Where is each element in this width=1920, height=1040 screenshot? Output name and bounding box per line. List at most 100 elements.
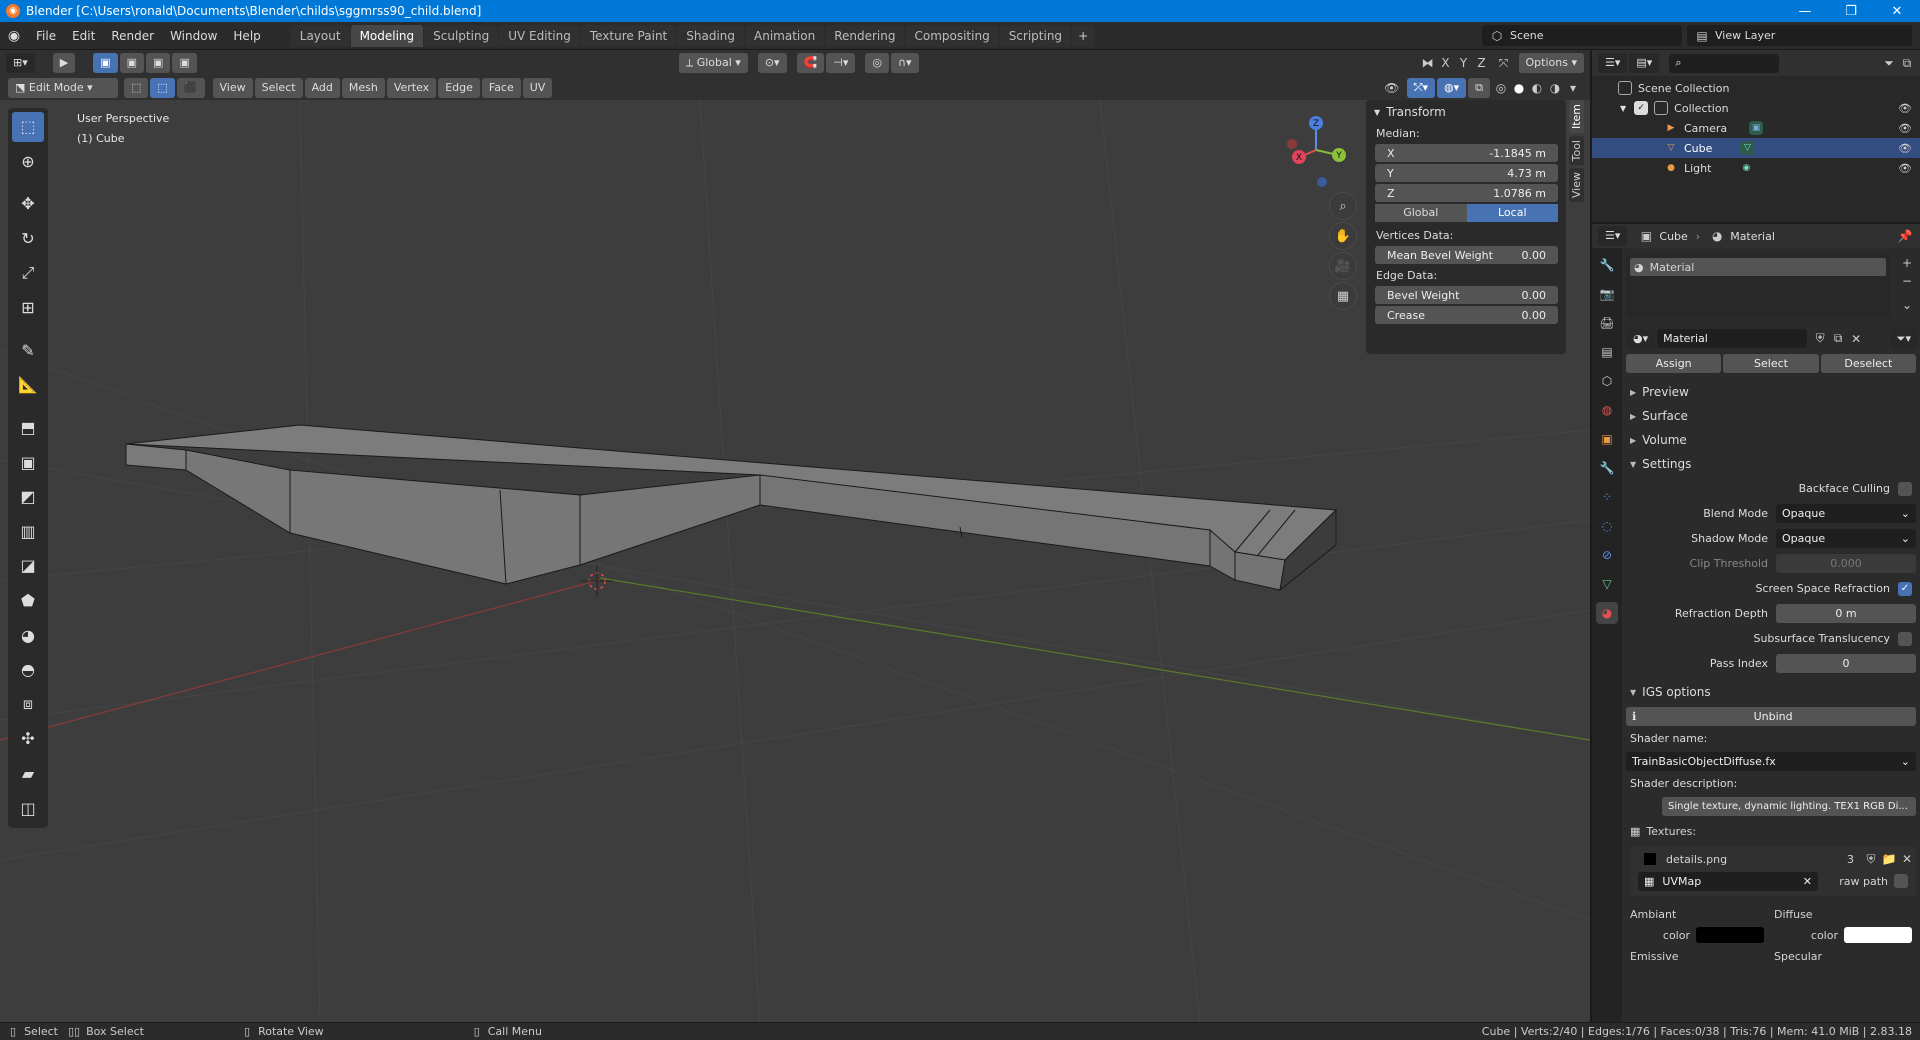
edge-select-mode[interactable]: ⬚ <box>150 78 175 98</box>
overlay-toggle[interactable]: ◍▾ <box>1437 78 1467 98</box>
particles-tab-icon[interactable]: ⁘ <box>1596 486 1618 508</box>
output-tab-icon[interactable]: 🖨 <box>1596 312 1618 334</box>
material-name-field[interactable]: Material <box>1657 329 1808 348</box>
igs-options-section[interactable]: ▼ IGS options <box>1626 680 1920 704</box>
navigation-gizmo[interactable]: Z Y X <box>1280 110 1360 190</box>
menu-face[interactable]: Face <box>481 78 521 98</box>
material-tab-icon[interactable]: ◕ <box>1596 602 1618 624</box>
transform-header[interactable]: ▼ Transform <box>1366 100 1566 124</box>
shear-tool-icon[interactable]: ▰ <box>12 759 44 789</box>
raw-path-checkbox[interactable] <box>1894 874 1908 888</box>
solid-shading-icon[interactable]: ● <box>1510 79 1528 97</box>
rotate-tool-icon[interactable]: ↻ <box>12 224 44 254</box>
tool-settings-select-button[interactable]: ▶ <box>52 53 76 73</box>
mode-dropdown[interactable]: ⬔ Edit Mode ▾ <box>8 78 118 98</box>
scene-collection-row[interactable]: Scene Collection <box>1592 78 1920 98</box>
smooth-tool-icon[interactable]: ◓ <box>12 655 44 685</box>
fake-user-icon[interactable]: ⛨ <box>1862 850 1880 868</box>
slot-specials-icon[interactable]: ⌄ <box>1898 296 1916 314</box>
menu-add[interactable]: Add <box>304 78 340 98</box>
tab-texture-paint[interactable]: Texture Paint <box>580 24 677 47</box>
shader-description-field[interactable]: Single texture, dynamic lighting. TEX1 R… <box>1662 797 1916 816</box>
view-object-types-icon[interactable]: 👁 <box>1383 79 1401 97</box>
shrink-fatten-tool-icon[interactable]: ✣ <box>12 724 44 754</box>
outliner-item-cube[interactable]: ▽ Cube ▽ 👁 <box>1592 138 1920 158</box>
menu-window[interactable]: Window <box>162 25 225 47</box>
world-tab-icon[interactable]: ◍ <box>1596 399 1618 421</box>
menu-view[interactable]: View <box>212 78 253 98</box>
view-layer-tab-icon[interactable]: ▤ <box>1596 341 1618 363</box>
local-button[interactable]: Local <box>1466 204 1558 222</box>
refraction-depth-field[interactable]: 0 m <box>1776 604 1916 623</box>
mirror-z-toggle[interactable]: Z <box>1473 54 1491 72</box>
collection-row[interactable]: ▼ ✓ Collection 👁 <box>1592 98 1920 118</box>
browse-material-button[interactable]: ◕▾ <box>1626 328 1656 349</box>
select-box-tool-icon[interactable]: ⬚ <box>12 112 44 142</box>
volume-section[interactable]: ▶ Volume <box>1626 428 1920 452</box>
editor-type-button[interactable]: ⊞▾ <box>6 53 35 73</box>
median-x-field[interactable]: X -1.1845 m <box>1375 144 1558 162</box>
auto-merge-icon[interactable]: ⤧ <box>1495 54 1513 72</box>
pivot-dropdown[interactable]: ⊙▾ <box>757 53 787 73</box>
ambiant-color-swatch[interactable] <box>1696 927 1764 943</box>
tab-rendering[interactable]: Rendering <box>825 24 905 47</box>
shading-options-icon[interactable]: ▾ <box>1564 79 1582 97</box>
collection-visibility-icon[interactable]: 👁 <box>1898 102 1912 115</box>
physics-tab-icon[interactable]: ◌ <box>1596 515 1618 537</box>
pin-icon[interactable]: 📌 <box>1896 227 1914 245</box>
filter-icon[interactable]: ⏷ <box>1880 54 1898 72</box>
extrude-tool-icon[interactable]: ⬒ <box>12 413 44 443</box>
deselect-button[interactable]: Deselect <box>1820 354 1916 373</box>
crease-field[interactable]: Crease 0.00 <box>1375 306 1558 324</box>
cube-visibility-icon[interactable]: 👁 <box>1898 142 1912 155</box>
knife-tool-icon[interactable]: ◪ <box>12 551 44 581</box>
assign-button[interactable]: Assign <box>1626 354 1722 373</box>
select-mode-intersect-button[interactable]: ▣ <box>172 53 197 73</box>
diffuse-color-swatch[interactable] <box>1844 927 1912 943</box>
surface-section[interactable]: ▶ Surface <box>1626 404 1920 428</box>
camera-view-icon[interactable]: 🎥 <box>1329 252 1357 280</box>
pan-hand-icon[interactable]: ✋ <box>1329 222 1357 250</box>
median-z-field[interactable]: Z 1.0786 m <box>1375 184 1558 202</box>
measure-tool-icon[interactable]: 📐 <box>12 370 44 400</box>
tab-animation[interactable]: Animation <box>745 24 825 47</box>
tab-item[interactable]: Item <box>1568 100 1584 134</box>
unbind-button[interactable]: ℹ Unbind <box>1626 707 1916 726</box>
menu-render[interactable]: Render <box>103 25 162 47</box>
unlink-texture-icon[interactable]: ✕ <box>1898 850 1916 868</box>
select-mode-extend-button[interactable]: ▣ <box>119 53 145 73</box>
blender-menu-icon[interactable]: ◉ <box>0 22 28 50</box>
select-mode-set-button[interactable]: ▣ <box>93 53 118 73</box>
proportional-falloff-dropdown[interactable]: ∩▾ <box>890 53 919 73</box>
gizmo-toggle[interactable]: ⤱▾ <box>1406 78 1436 98</box>
close-button[interactable]: ✕ <box>1874 0 1920 22</box>
select-mode-subtract-button[interactable]: ▣ <box>146 53 171 73</box>
loop-cut-tool-icon[interactable]: ▥ <box>12 517 44 547</box>
properties-editor-type[interactable]: ☰▾ <box>1598 226 1628 246</box>
fake-user-icon[interactable]: ⛨ <box>1811 330 1829 348</box>
poly-build-tool-icon[interactable]: ⬟ <box>12 586 44 616</box>
view-layer-selector[interactable]: ▤ View Layer <box>1687 25 1912 46</box>
vertex-select-mode[interactable]: ⬚ <box>124 78 149 98</box>
menu-file[interactable]: File <box>28 25 64 47</box>
tab-uv-editing[interactable]: UV Editing <box>499 24 580 47</box>
edge-slide-tool-icon[interactable]: ⧈ <box>12 690 44 720</box>
data-tab-icon[interactable]: ▽ <box>1596 573 1618 595</box>
menu-uv[interactable]: UV <box>522 78 553 98</box>
add-slot-icon[interactable]: + <box>1898 254 1916 272</box>
orientation-dropdown[interactable]: ⟂ Global ▾ <box>678 53 748 73</box>
clear-icon[interactable]: ✕ <box>1803 875 1812 888</box>
cursor-tool-icon[interactable]: ⊕ <box>12 147 44 177</box>
rendered-shading-icon[interactable]: ◑ <box>1546 79 1564 97</box>
proportional-edit-toggle[interactable]: ◎ <box>865 53 889 73</box>
scene-tab-icon[interactable]: ⬡ <box>1596 370 1618 392</box>
tab-shading[interactable]: Shading <box>677 24 744 47</box>
mean-bevel-weight-field[interactable]: Mean Bevel Weight 0.00 <box>1375 246 1558 264</box>
global-button[interactable]: Global <box>1375 204 1467 222</box>
wireframe-shading-icon[interactable]: ◎ <box>1492 79 1510 97</box>
expand-arrow-icon[interactable]: ▼ <box>1620 104 1626 113</box>
zoom-icon[interactable]: ⌕ <box>1329 192 1357 220</box>
menu-vertex[interactable]: Vertex <box>386 78 437 98</box>
tab-view[interactable]: View <box>1568 168 1584 203</box>
display-mode-dropdown[interactable]: ▤▾ <box>1629 53 1660 73</box>
